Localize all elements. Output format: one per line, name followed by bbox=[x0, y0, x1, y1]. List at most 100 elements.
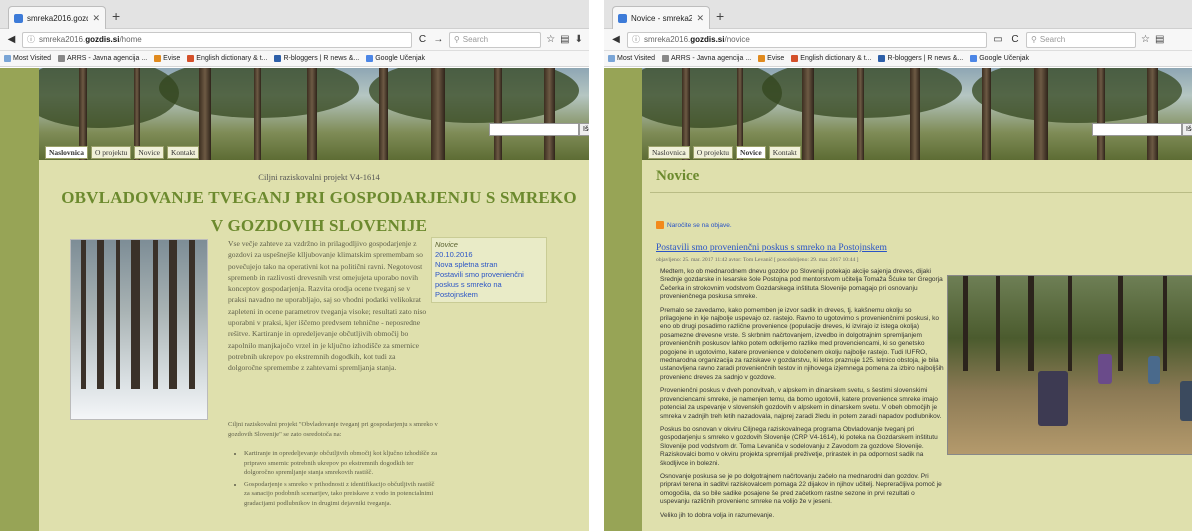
site-search-button[interactable]: Išči na stre bbox=[579, 123, 589, 136]
planting-photo bbox=[947, 275, 1192, 455]
bookmark-most-visited[interactable]: Most Visited bbox=[4, 55, 51, 62]
bookmark-google-scholar[interactable]: Google Učenjak bbox=[970, 55, 1029, 62]
site-search-input[interactable] bbox=[1092, 123, 1182, 136]
tab-title: smreka2016.gozdis.si bbox=[27, 13, 88, 23]
url-bar[interactable]: ⓘ smreka2016.gozdis.si/home bbox=[21, 31, 412, 48]
post-paragraph: Veliko jih to dobra volja in razumevanje… bbox=[660, 511, 775, 519]
bookmark-star-icon[interactable]: ☆ bbox=[1141, 34, 1150, 45]
bookmark-evise[interactable]: Evise bbox=[758, 55, 784, 62]
post-title-link[interactable]: Postavili smo provenienčni poskus s smre… bbox=[656, 243, 887, 253]
menu-naslovnica[interactable]: Naslovnica bbox=[45, 146, 89, 159]
bookmark-rbloggers[interactable]: R-bloggers | R news &... bbox=[274, 55, 359, 62]
r-icon bbox=[274, 55, 282, 62]
bookmark-evise[interactable]: Evise bbox=[154, 55, 180, 62]
bookmark-arrs[interactable]: ARRS - Javna agencija ... bbox=[58, 55, 147, 62]
menu-o-projektu[interactable]: O projektu bbox=[91, 146, 132, 159]
menu-novice[interactable]: Novice bbox=[736, 146, 766, 159]
new-tab-button[interactable]: + bbox=[112, 9, 120, 23]
post-paragraph: Osnovanje poskusa se je po dolgotrajnem … bbox=[660, 472, 942, 506]
back-button[interactable]: ◀ bbox=[610, 34, 622, 45]
download-icon[interactable]: ⬇ bbox=[575, 34, 583, 45]
post-paragraph: Provenienčni poskus v dveh ponovitvah, v… bbox=[660, 387, 942, 420]
screenshot-divider bbox=[589, 0, 604, 531]
site-favicon-icon bbox=[14, 13, 23, 23]
folder-icon bbox=[608, 55, 615, 62]
reload-icon[interactable]: C bbox=[1009, 34, 1021, 45]
forest-banner: Išči na stre Naslovnica O projektu Novic… bbox=[642, 68, 1192, 160]
tab-title: Novice - smreka2016.gozdi bbox=[631, 13, 692, 23]
bookmark-most-visited[interactable]: Most Visited bbox=[608, 55, 655, 62]
globe-icon bbox=[662, 55, 669, 62]
focus-section: Ciljni raziskovalni projekt "Obvladovanj… bbox=[228, 420, 438, 510]
url-text: smreka2016.gozdis.si/home bbox=[38, 35, 142, 44]
close-tab-icon[interactable]: ✕ bbox=[92, 13, 100, 24]
tab-strip: Novice - smreka2016.gozdi ✕ + bbox=[604, 0, 1192, 29]
search-icon: ⚲ bbox=[453, 35, 460, 44]
page-frame: Išči na stre Naslovnica O projektu Novic… bbox=[642, 68, 1192, 531]
url-bar[interactable]: ⓘ smreka2016.gozdis.si/novice bbox=[627, 31, 987, 48]
web-page: Išči na stre Naslovnica O projektu Novic… bbox=[0, 68, 589, 531]
post-paragraph: Poskus bo osnovan v okviru Ciljnega razi… bbox=[660, 425, 938, 467]
sidebox-link-experiment[interactable]: Postavili smo provenienčni poskus s smre… bbox=[435, 270, 543, 300]
reading-list-icon[interactable]: ▤ bbox=[560, 34, 569, 45]
page-title: OBVLADOVANJE TVEGANJ PRI GOSPODARJENJU S… bbox=[61, 188, 577, 235]
news-sidebox: Novice 20.10.2016 Nova spletna stran Pos… bbox=[431, 237, 547, 303]
search-input[interactable]: ⚲ Search bbox=[1026, 31, 1136, 48]
r-icon bbox=[878, 55, 886, 62]
bookmark-dictionary[interactable]: English dictionary & t... bbox=[187, 55, 267, 62]
winter-forest-photo bbox=[70, 239, 208, 420]
folder-icon bbox=[4, 55, 11, 62]
browser-window-news: Novice - smreka2016.gozdi ✕ + ◀ ⓘ smreka… bbox=[604, 0, 1192, 531]
close-tab-icon[interactable]: ✕ bbox=[696, 13, 704, 24]
list-item: Gospodarjenje s smreko v prihodnosti z i… bbox=[244, 480, 438, 509]
page-title: Novice bbox=[656, 168, 700, 184]
sidebox-date-link[interactable]: 20.10.2016 bbox=[435, 250, 543, 260]
sidebox-heading: Novice bbox=[435, 240, 458, 249]
site-menu: Naslovnica O projektu Novice Kontakt bbox=[45, 146, 200, 159]
nav-toolbar: ◀ ⓘ smreka2016.gozdis.si/home C → ⚲ Sear… bbox=[0, 29, 589, 51]
bookmark-google-scholar[interactable]: Google Učenjak bbox=[366, 55, 425, 62]
dictionary-icon bbox=[187, 55, 195, 62]
browser-tab-news[interactable]: Novice - smreka2016.gozdi ✕ bbox=[612, 6, 710, 29]
menu-novice[interactable]: Novice bbox=[134, 146, 164, 159]
title-divider bbox=[650, 192, 1192, 193]
post-paragraph: Premalo se zavedamo, kako pomemben je iz… bbox=[660, 306, 944, 381]
reading-list-icon[interactable]: ▤ bbox=[1155, 34, 1164, 45]
browser-window-home: smreka2016.gozdis.si ✕ + ◀ ⓘ smreka2016.… bbox=[0, 0, 589, 531]
sidebox-link-new-site[interactable]: Nova spletna stran bbox=[435, 260, 543, 270]
bookmark-rbloggers[interactable]: R-bloggers | R news &... bbox=[878, 55, 963, 62]
site-search-button[interactable]: Išči na stre bbox=[1182, 123, 1192, 136]
reload-icon[interactable]: C bbox=[417, 34, 428, 45]
search-icon: ⚲ bbox=[1031, 35, 1037, 44]
scholar-icon bbox=[970, 55, 978, 62]
scholar-icon bbox=[366, 55, 374, 62]
browser-tab-home[interactable]: smreka2016.gozdis.si ✕ bbox=[8, 6, 106, 29]
site-menu: Naslovnica O projektu Novice Kontakt bbox=[648, 146, 801, 159]
info-icon[interactable]: ⓘ bbox=[632, 34, 640, 45]
focus-list: Kartiranje in opredeljevanje občutljivih… bbox=[228, 449, 438, 508]
subscribe-link[interactable]: Naročite se na objave. bbox=[656, 221, 732, 229]
menu-kontakt[interactable]: Kontakt bbox=[768, 146, 801, 159]
dictionary-icon bbox=[791, 55, 799, 62]
post-paragraph: Medtem, ko ob mednarodnem dnevu gozdov p… bbox=[660, 268, 943, 301]
list-item: Kartiranje in opredeljevanje občutljivih… bbox=[244, 449, 438, 478]
reader-view-icon[interactable]: ▭ bbox=[992, 34, 1004, 45]
nav-toolbar: ◀ ⓘ smreka2016.gozdis.si/novice ▭ C ⚲ Se… bbox=[604, 29, 1192, 51]
menu-naslovnica[interactable]: Naslovnica bbox=[648, 146, 690, 159]
search-input[interactable]: ⚲ Search bbox=[448, 31, 542, 48]
bookmark-star-icon[interactable]: ☆ bbox=[546, 34, 555, 45]
bookmark-dictionary[interactable]: English dictionary & t... bbox=[791, 55, 871, 62]
menu-kontakt[interactable]: Kontakt bbox=[166, 146, 200, 159]
new-tab-button[interactable]: + bbox=[716, 9, 724, 23]
bookmark-arrs[interactable]: ARRS - Javna agencija ... bbox=[662, 55, 751, 62]
globe-icon bbox=[58, 55, 65, 62]
web-page: Išči na stre Naslovnica O projektu Novic… bbox=[604, 68, 1192, 531]
tab-strip: smreka2016.gozdis.si ✕ + bbox=[0, 0, 589, 29]
info-icon[interactable]: ⓘ bbox=[27, 34, 35, 45]
back-button[interactable]: ◀ bbox=[6, 34, 17, 45]
menu-o-projektu[interactable]: O projektu bbox=[692, 146, 734, 159]
site-search-input[interactable] bbox=[489, 123, 579, 136]
go-arrow-icon[interactable]: → bbox=[433, 34, 444, 45]
bookmarks-bar: Most Visited ARRS - Javna agencija ... E… bbox=[604, 51, 1192, 67]
page-frame: Išči na stre Naslovnica O projektu Novic… bbox=[39, 68, 589, 531]
